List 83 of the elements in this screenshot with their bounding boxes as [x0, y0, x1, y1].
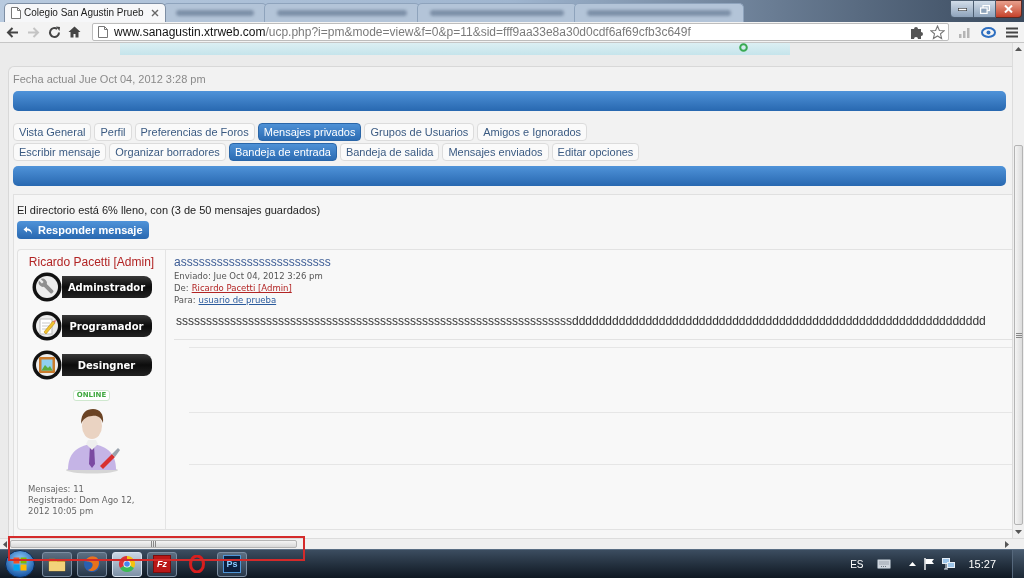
- caret-right-icon: [1005, 540, 1009, 548]
- page-icon: [98, 26, 108, 38]
- keyboard-icon[interactable]: [877, 559, 892, 569]
- tab-title: Colegio San Agustin Prueb: [24, 7, 144, 19]
- segmented-circle-icon: [118, 555, 136, 573]
- recipient-link[interactable]: usuario de prueba: [198, 294, 277, 306]
- grip-icon: [1015, 332, 1022, 338]
- clock[interactable]: 15:27: [968, 555, 996, 573]
- folder-status: El directorio está 6% lleno, con (3 de 50 mensajes guardados): [17, 204, 322, 217]
- caret-up-icon[interactable]: [909, 562, 917, 566]
- minimize-icon: [957, 7, 967, 11]
- nav-tab[interactable]: Vista General: [13, 123, 92, 141]
- nav-tab[interactable]: Preferencias de Foros: [134, 123, 255, 141]
- back-arrow-icon: [5, 26, 19, 38]
- from-label: De:: [174, 282, 189, 294]
- flag-icon[interactable]: [924, 558, 936, 570]
- close-icon: [1004, 5, 1013, 13]
- nav-tab[interactable]: Amigos e Ignorados: [477, 123, 588, 141]
- url-text: www.sanagustin.xtrweb.com/ucp.php?i=pm&mode=view&f=0&p=11&sid=fff9aa33e8a30d0cdf6af69cfb3c649f: [114, 25, 691, 39]
- close-button[interactable]: [996, 0, 1022, 18]
- rank-label: Desingner: [61, 354, 152, 376]
- address-field[interactable]: www.sanagustin.xtrweb.com/ucp.php?i=pm&mode=view&f=0&p=11&sid=fff9aa33e8a30d0cdf6af69cfb3c649f: [92, 23, 949, 41]
- taskbar-app-button[interactable]: [77, 551, 107, 577]
- home-button[interactable]: [66, 24, 82, 40]
- forward-arrow-icon: [26, 26, 40, 38]
- maximize-button[interactable]: [974, 0, 996, 18]
- vertical-scrollbar[interactable]: [1012, 43, 1024, 538]
- rank-label: Adminstrador: [61, 276, 152, 298]
- sent-date: Enviado: Jue Oct 04, 2012 3:26 pm: [174, 270, 324, 282]
- nav-tab[interactable]: Mensajes enviados: [442, 143, 549, 161]
- message-body: ssssssssssssssssssssssssssssssssssssssssssssssssssssssssssssssssssdddddddddddddddddddddddddddddddddddddddddddddddddddddddddddddd: [176, 314, 986, 328]
- author-name: Ricardo Pacetti [Admin]: [28, 255, 155, 269]
- wrench-icon: [31, 272, 62, 302]
- language-indicator[interactable]: ES: [850, 556, 864, 572]
- menu-icon: [1006, 26, 1018, 38]
- scroll-left-button[interactable]: [0, 539, 9, 549]
- nav-tab[interactable]: Editar opciones: [551, 143, 640, 161]
- author-stat: Registrado: Dom Ago 12, 2012 10:05 pm: [28, 495, 136, 517]
- nav-tab[interactable]: Bandeja de salida: [339, 143, 440, 161]
- nav-tab[interactable]: Perfil: [94, 123, 132, 141]
- current-date: Fecha actual Jue Oct 04, 2012 3:28 pm: [13, 72, 207, 86]
- picture-frame-icon: [31, 350, 62, 380]
- puzzle-icon[interactable]: [910, 25, 924, 39]
- show-desktop-button[interactable]: [1012, 550, 1024, 578]
- taskbar-app-button[interactable]: Fz: [147, 551, 177, 577]
- star-icon[interactable]: [930, 24, 945, 40]
- ring-icon: [739, 43, 748, 52]
- taskbar-app-button[interactable]: [42, 551, 72, 577]
- grip-icon: [151, 541, 156, 547]
- reload-icon: [47, 25, 61, 39]
- start-orb-icon[interactable]: [5, 550, 35, 578]
- globe-icon: [83, 555, 101, 573]
- horizontal-scrollbar[interactable]: [0, 538, 1024, 549]
- sender-link[interactable]: Ricardo Pacetti [Admin]: [191, 282, 292, 294]
- home-icon: [67, 26, 81, 38]
- browser-tab[interactable]: Colegio San Agustin Prueb: [4, 3, 166, 22]
- close-icon[interactable]: [151, 9, 159, 17]
- nav-tab[interactable]: Mensajes privados: [257, 123, 362, 141]
- message-subject: asssssssssssssssssssssssss: [174, 255, 332, 269]
- network-icon[interactable]: [942, 558, 956, 570]
- author-stat: Mensajes: 11: [28, 484, 85, 495]
- restore-icon: [979, 4, 990, 14]
- taskbar-app-button[interactable]: Ps: [217, 551, 247, 577]
- page-icon: [11, 7, 21, 19]
- reply-arrow-icon: [23, 225, 33, 235]
- nav-tab[interactable]: Grupos de Usuarios: [364, 123, 475, 141]
- caret-up-icon: [1015, 47, 1022, 51]
- nav-tab[interactable]: Bandeja de entrada: [228, 143, 337, 161]
- nav-tab[interactable]: Escribir mensaje: [13, 143, 107, 161]
- scrollbar-thumb[interactable]: [1014, 145, 1023, 525]
- scroll-right-button[interactable]: [1002, 539, 1012, 549]
- rank-label: Programador: [61, 315, 152, 337]
- reply-button[interactable]: Responder mensaje: [17, 221, 149, 239]
- scrollbar-thumb[interactable]: [10, 540, 297, 548]
- eye-icon[interactable]: [981, 26, 996, 38]
- reload-button[interactable]: [46, 24, 62, 40]
- pencil-paper-icon: [31, 311, 62, 341]
- to-label: Para:: [174, 294, 196, 306]
- caret-down-icon: [1015, 530, 1022, 534]
- minimize-button[interactable]: [950, 0, 974, 18]
- ring-icon: [189, 555, 205, 573]
- caret-left-icon: [2, 540, 7, 548]
- nav-tab[interactable]: Organizar borradores: [109, 143, 226, 161]
